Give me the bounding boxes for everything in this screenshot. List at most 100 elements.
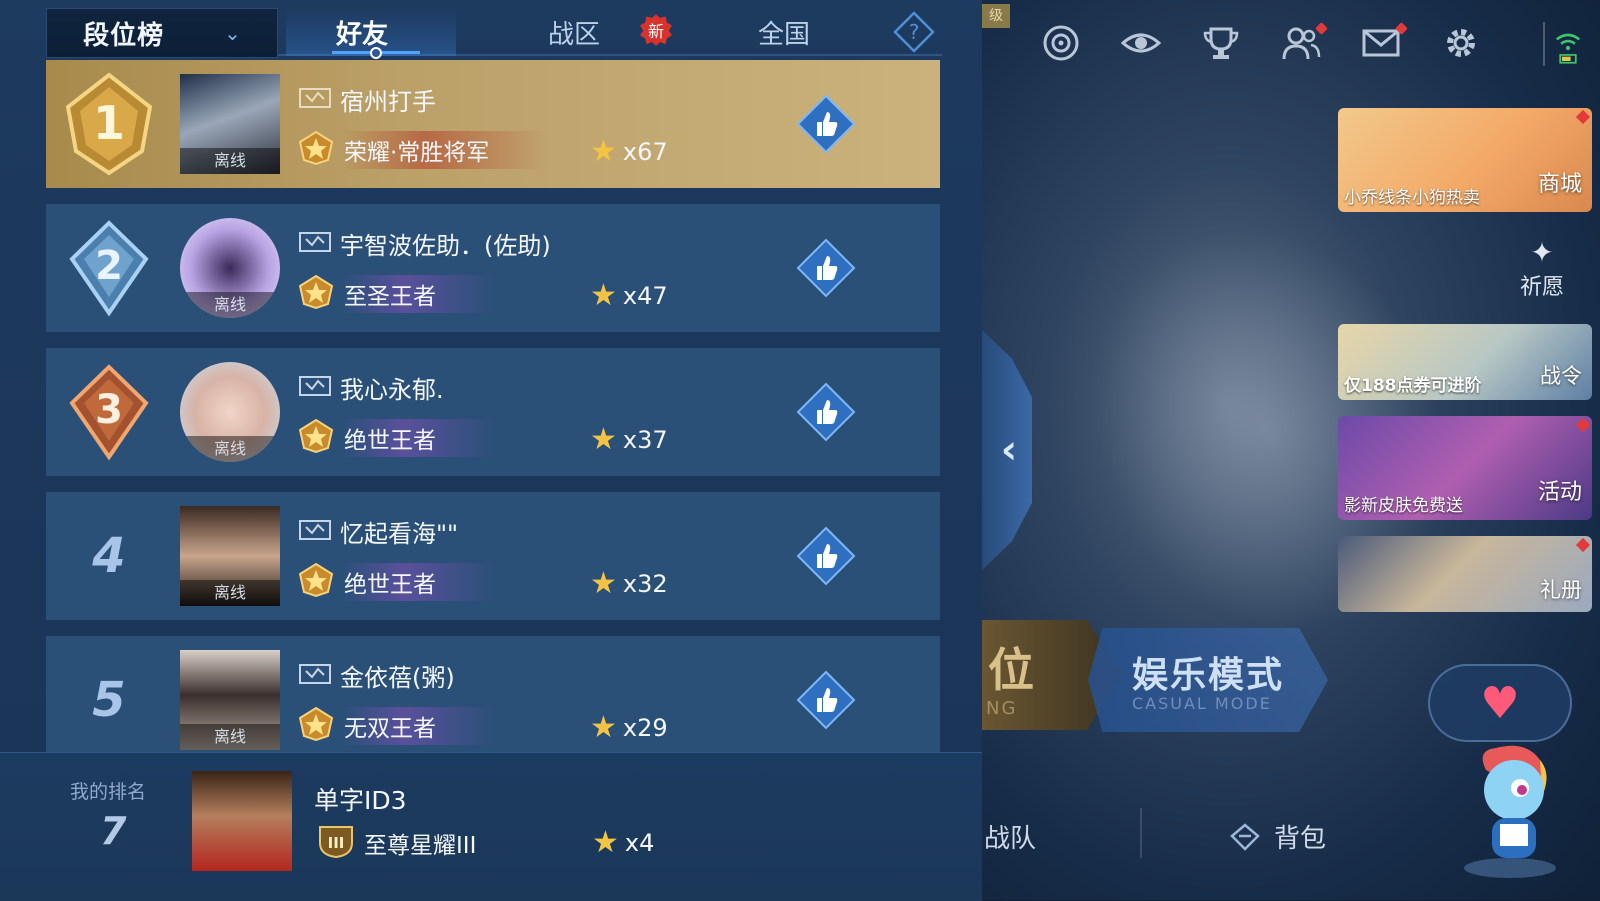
eye-icon[interactable] xyxy=(1120,22,1162,64)
notification-dot xyxy=(1575,109,1591,125)
avatar[interactable]: 离线 xyxy=(180,506,280,606)
toolbar-divider xyxy=(1543,22,1545,66)
rank-number-cell: 5 xyxy=(46,636,172,764)
avatar[interactable]: 离线 xyxy=(180,74,280,174)
settings-gear-icon[interactable] xyxy=(1440,22,1482,64)
notification-dot xyxy=(1575,417,1591,433)
battle-card-icon xyxy=(298,229,332,259)
leaderboard-panel: 段位榜 ⌄ 好友 战区 新 全国 ? 1 离线 宿州打手 荣耀·常胜将军 ★ x… xyxy=(0,0,982,901)
question-icon[interactable]: ? xyxy=(892,10,936,54)
nav-divider xyxy=(1140,808,1142,858)
star-pray-icon: ✦ xyxy=(1530,236,1554,269)
my-rank-label: 我的排名 xyxy=(70,781,147,803)
battle-card-icon xyxy=(298,85,332,115)
leaderboard-row[interactable]: 2 离线 宇智波佐助．(佐助) 至圣王者 ★ x47 xyxy=(46,204,940,332)
avatar[interactable]: 离线 xyxy=(180,362,280,462)
mascot-heart-bubble[interactable]: ♥ xyxy=(1428,664,1572,742)
leaderboard-type-dropdown[interactable]: 段位榜 ⌄ xyxy=(46,8,278,58)
star-icon: ★ xyxy=(590,422,617,457)
team-nav-button[interactable]: 战队 xyxy=(984,818,1036,855)
bag-icon xyxy=(1228,822,1262,852)
shop-banner[interactable]: 商城 小乔线条小狗热卖 xyxy=(1338,108,1592,212)
battle-pass-banner[interactable]: 战令 仅188点券可进阶 xyxy=(1338,324,1592,400)
rank-tier-emblem-icon xyxy=(296,418,336,458)
offline-status: 离线 xyxy=(180,724,280,750)
thumbs-up-icon[interactable] xyxy=(796,238,856,298)
rank-number-cell: 4 xyxy=(46,492,172,620)
trophy-icon[interactable] xyxy=(1200,22,1242,64)
casual-mode-button[interactable]: 娱乐模式 CASUAL MODE xyxy=(1088,628,1328,732)
offline-status: 离线 xyxy=(180,580,280,606)
ranked-mode-label: 位 xyxy=(988,643,1034,697)
rank-tier-emblem-icon xyxy=(296,706,336,746)
offline-status: 离线 xyxy=(180,436,280,462)
thumbs-up-icon[interactable] xyxy=(796,670,856,730)
rank-1-gold-badge-icon: 1 xyxy=(46,60,172,188)
event-banner[interactable]: 活动 影新皮肤免费送 xyxy=(1338,416,1592,520)
event-caption: 影新皮肤免费送 xyxy=(1344,496,1463,516)
tab-war-zone-label: 战区 xyxy=(548,19,601,50)
rank-3-bronze-badge-icon: 3 xyxy=(46,348,172,476)
shop-caption: 小乔线条小狗热卖 xyxy=(1344,188,1480,208)
star-icon: ★ xyxy=(590,278,617,313)
tab-war-zone[interactable]: 战区 xyxy=(548,8,600,56)
star-count: x32 xyxy=(622,569,668,598)
star-icon: ★ xyxy=(590,710,617,745)
star-count: x67 xyxy=(622,137,668,166)
notification-dot xyxy=(1575,537,1591,553)
star-icon: ★ xyxy=(590,566,617,601)
battle-card-icon xyxy=(298,661,332,691)
leaderboard-row[interactable]: 3 离线 我心永郁. 绝世王者 ★ x37 xyxy=(46,348,940,476)
rank-number: 1 xyxy=(93,96,125,150)
heart-icon: ♥ xyxy=(1480,677,1520,729)
thumbs-up-icon[interactable] xyxy=(796,94,856,154)
bag-nav-button[interactable]: 背包 xyxy=(1228,818,1326,855)
player-name: 我心永郁. xyxy=(340,376,444,404)
shop-label: 商城 xyxy=(1537,172,1582,197)
leaderboard-row[interactable]: 5 离线 金依蓓(粥) 无双王者 ★ x29 xyxy=(46,636,940,752)
new-badge: 新 xyxy=(640,14,672,46)
mascot-pony-icon[interactable] xyxy=(1456,740,1564,880)
team-label: 战队 xyxy=(984,824,1037,854)
thumbs-up-icon[interactable] xyxy=(796,382,856,442)
gift-banner[interactable]: 礼册 xyxy=(1338,536,1592,612)
target-icon[interactable] xyxy=(1040,22,1082,64)
level-tag: 级 xyxy=(982,4,1010,28)
svg-text:?: ? xyxy=(909,20,920,44)
tab-national[interactable]: 全国 xyxy=(758,8,810,56)
my-rank-bar[interactable]: 我的排名 7 单字ID3 III 至尊星耀III ★ x4 xyxy=(0,752,982,901)
top-toolbar xyxy=(1040,22,1482,64)
player-name: 宇智波佐助．(佐助) xyxy=(340,232,551,260)
active-tab-indicator-dot xyxy=(370,47,382,59)
mail-icon[interactable] xyxy=(1360,22,1408,64)
offline-status: 离线 xyxy=(180,292,280,318)
tab-friends-label: 好友 xyxy=(336,19,389,50)
rank-tier: 绝世王者 xyxy=(342,563,496,601)
avatar[interactable]: 离线 xyxy=(180,650,280,750)
leaderboard-row[interactable]: 4 离线 忆起看海"" 绝世王者 ★ x32 xyxy=(46,492,940,620)
rank-tier-emblem-icon: III xyxy=(316,823,356,863)
casual-mode-sublabel: CASUAL MODE xyxy=(1132,694,1272,713)
friends-icon[interactable] xyxy=(1280,22,1328,64)
star-count: x29 xyxy=(622,713,668,742)
rank-number: 3 xyxy=(95,387,123,433)
thumbs-up-icon[interactable] xyxy=(796,526,856,586)
rank-tier: 无双王者 xyxy=(342,707,496,745)
rank-number: 5 xyxy=(92,672,126,728)
offline-status: 离线 xyxy=(180,148,280,174)
tab-national-label: 全国 xyxy=(758,19,811,50)
avatar[interactable]: 离线 xyxy=(180,218,280,318)
dropdown-label: 段位榜 xyxy=(83,20,165,51)
star-count: x4 xyxy=(624,828,655,857)
star-icon: ★ xyxy=(592,825,619,860)
wish-button[interactable]: ✦ 祈愿 xyxy=(1520,236,1564,301)
leaderboard-row[interactable]: 1 离线 宿州打手 荣耀·常胜将军 ★ x67 xyxy=(46,60,940,188)
rank-tier-emblem-icon xyxy=(296,130,336,170)
rank-tier: 至圣王者 xyxy=(342,275,496,313)
battle-card-icon xyxy=(298,517,332,547)
wish-label: 祈愿 xyxy=(1520,275,1565,300)
chevron-left-icon: ‹ xyxy=(1000,427,1018,473)
player-name: 金依蓓(粥) xyxy=(340,664,455,692)
avatar[interactable] xyxy=(192,771,292,871)
rank-2-silver-badge-icon: 2 xyxy=(46,204,172,332)
